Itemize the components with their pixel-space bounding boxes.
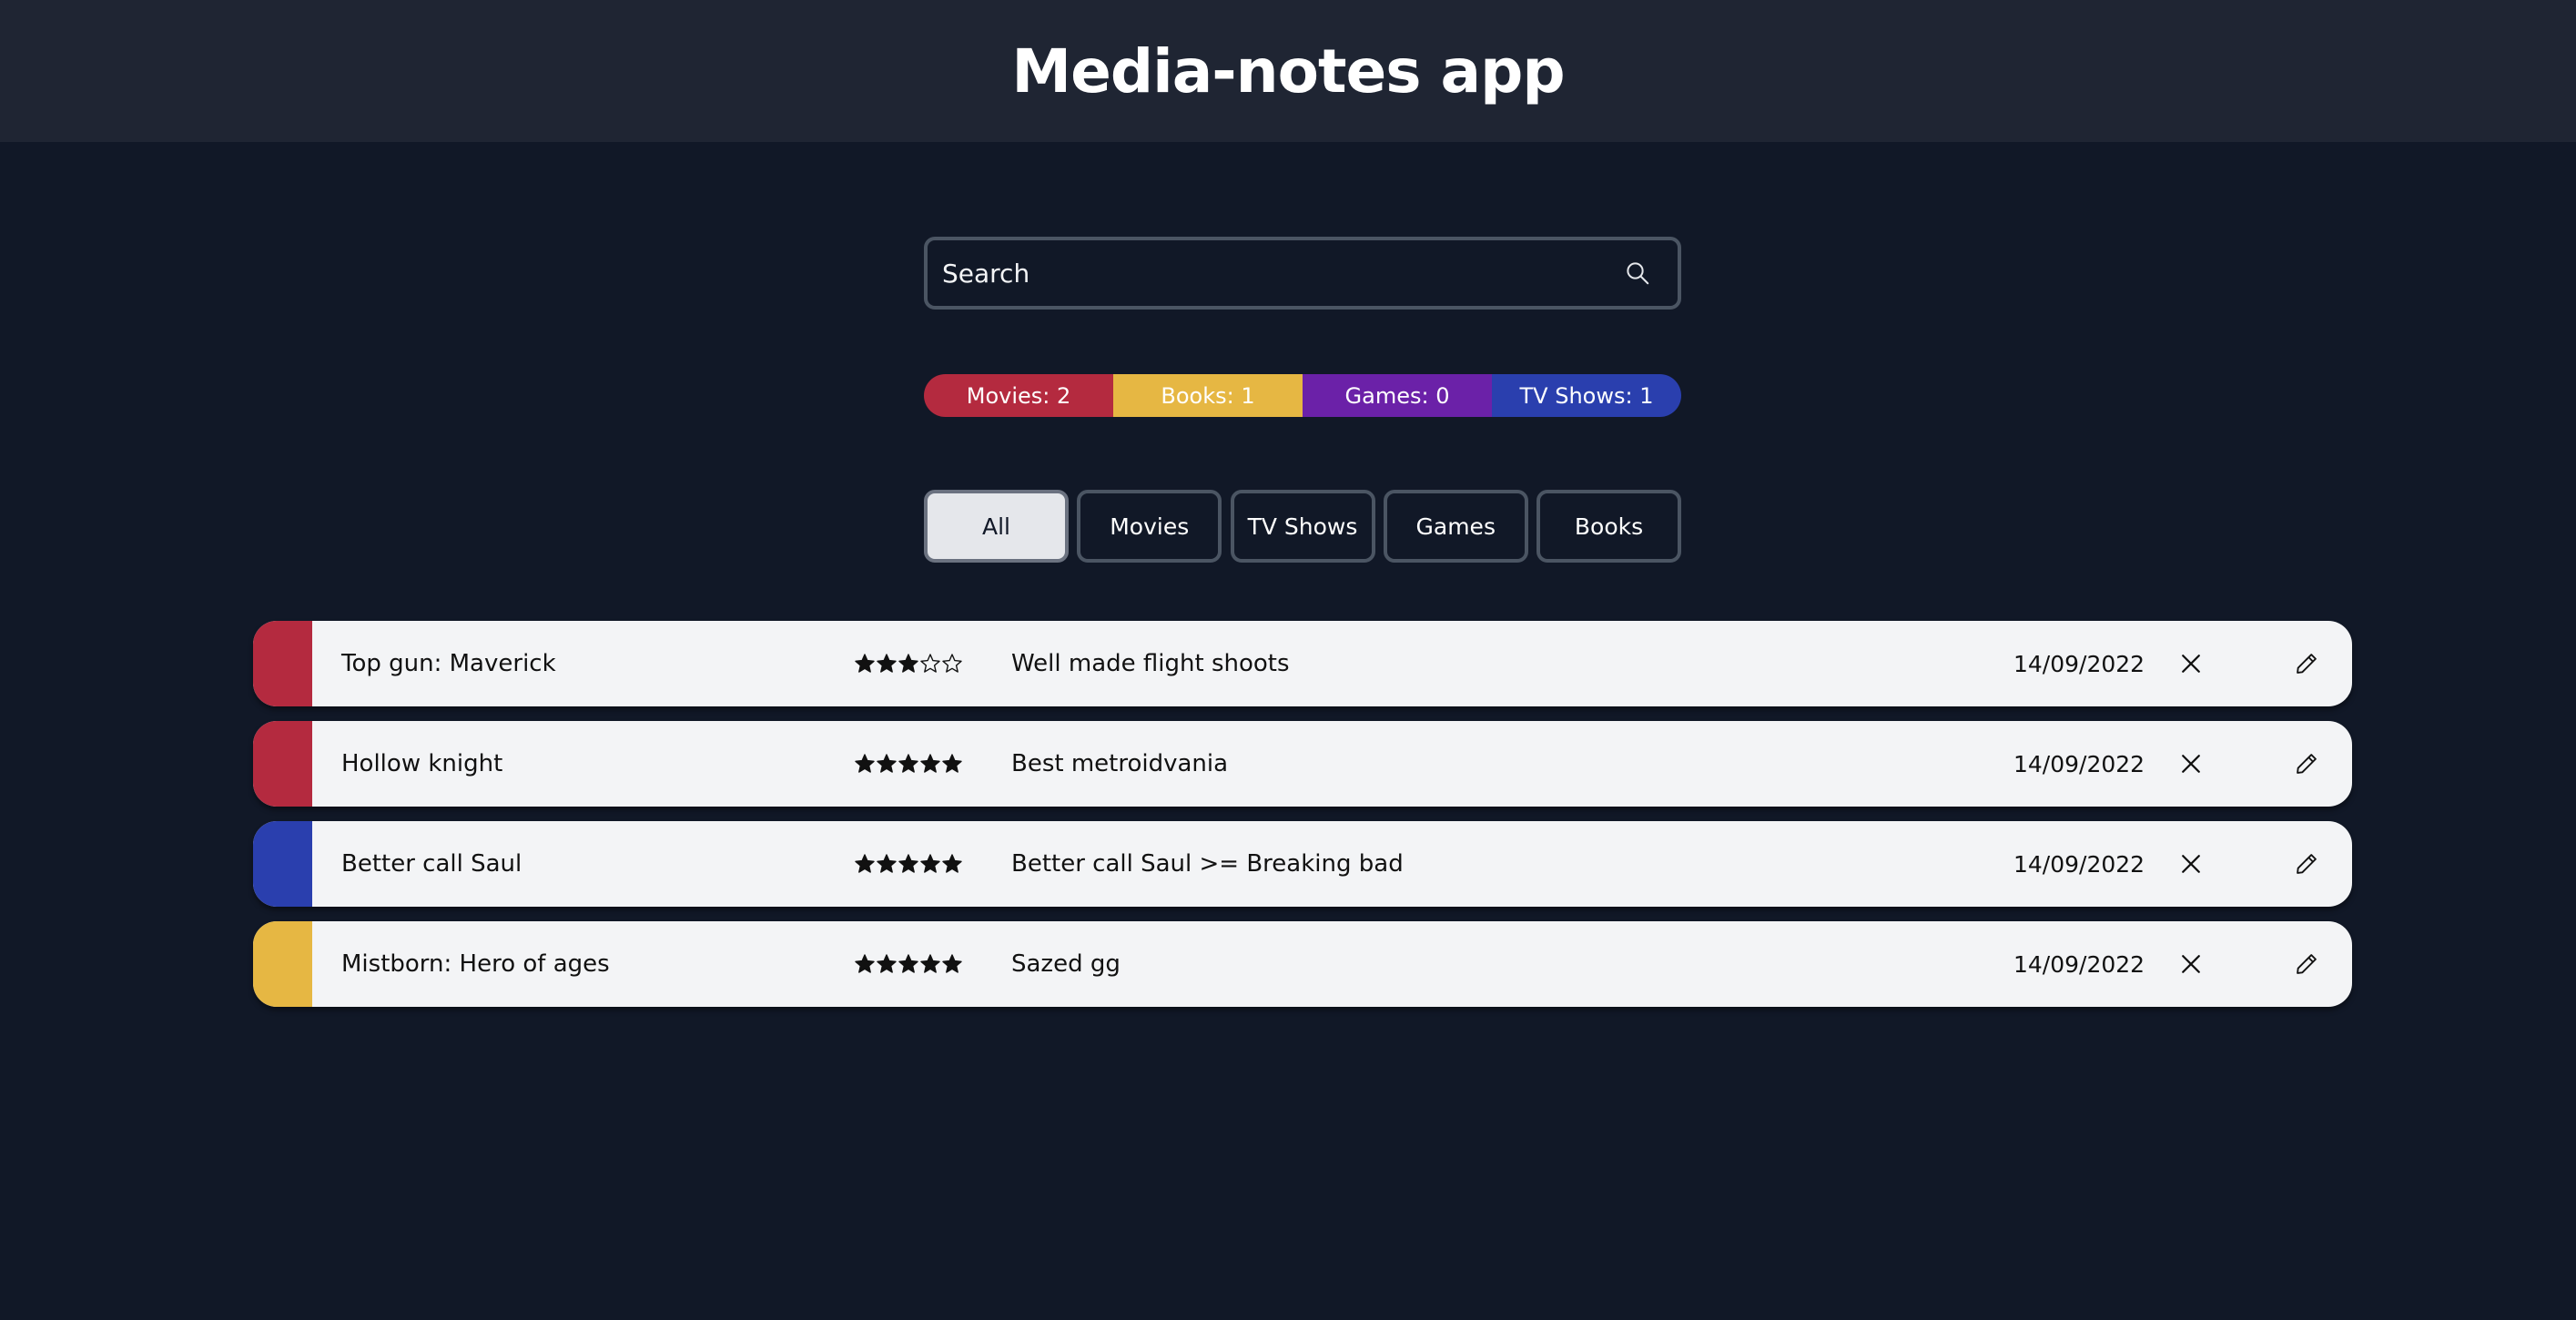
entries-list: Top gun: Maverick Well made flight shoot… bbox=[253, 621, 2352, 1021]
filter-games-button[interactable]: Games bbox=[1383, 490, 1528, 563]
star-filled-icon bbox=[877, 654, 897, 673]
count-books-label: Books: 1 bbox=[1161, 382, 1255, 409]
delete-button[interactable] bbox=[2169, 942, 2213, 986]
star-filled-icon bbox=[898, 954, 918, 973]
star-filled-icon bbox=[920, 754, 940, 773]
edit-button[interactable] bbox=[2285, 642, 2328, 685]
entry-date: 14/09/2022 bbox=[2013, 650, 2145, 677]
star-filled-icon bbox=[942, 954, 962, 973]
entry-row: Hollow knight Best metroidvania 14/09/20… bbox=[253, 721, 2352, 807]
count-movies: Movies: 2 bbox=[924, 374, 1113, 417]
star-filled-icon bbox=[942, 754, 962, 773]
category-color-strip bbox=[253, 621, 312, 706]
count-games: Games: 0 bbox=[1303, 374, 1492, 417]
count-tv-shows-label: TV Shows: 1 bbox=[1519, 382, 1654, 409]
delete-button[interactable] bbox=[2169, 842, 2213, 886]
rating-stars bbox=[854, 953, 963, 975]
entry-note: Best metroidvania bbox=[1011, 750, 1229, 777]
star-filled-icon bbox=[898, 754, 918, 773]
star-filled-icon bbox=[855, 654, 875, 673]
star-filled-icon bbox=[855, 954, 875, 973]
count-games-label: Games: 0 bbox=[1344, 382, 1450, 409]
entry-row: Top gun: Maverick Well made flight shoot… bbox=[253, 621, 2352, 706]
close-icon bbox=[2182, 655, 2200, 673]
search-box[interactable] bbox=[924, 237, 1681, 310]
entry-row: Mistborn: Hero of ages Sazed gg 14/09/20… bbox=[253, 921, 2352, 1007]
entry-date: 14/09/2022 bbox=[2013, 850, 2145, 878]
filter-movies-button[interactable]: Movies bbox=[1077, 490, 1222, 563]
edit-button[interactable] bbox=[2285, 742, 2328, 786]
entry-note: Sazed gg bbox=[1011, 950, 1121, 978]
star-filled-icon bbox=[877, 754, 897, 773]
app-header: Media-notes app bbox=[0, 0, 2576, 142]
search-input[interactable] bbox=[928, 239, 1610, 307]
close-icon bbox=[2182, 855, 2200, 873]
entry-title: Better call Saul bbox=[341, 850, 522, 878]
pencil-icon bbox=[2297, 754, 2317, 774]
entry-title: Top gun: Maverick bbox=[341, 650, 556, 677]
count-tv-shows: TV Shows: 1 bbox=[1492, 374, 1681, 417]
app-title: Media-notes app bbox=[1011, 36, 1565, 107]
star-filled-icon bbox=[942, 854, 962, 873]
edit-button[interactable] bbox=[2285, 842, 2328, 886]
entry-title: Mistborn: Hero of ages bbox=[341, 950, 610, 978]
pencil-icon bbox=[2297, 654, 2317, 674]
edit-button[interactable] bbox=[2285, 942, 2328, 986]
entry-row: Better call Saul Better call Saul >= Bre… bbox=[253, 821, 2352, 907]
star-filled-icon bbox=[877, 854, 897, 873]
entry-title: Hollow knight bbox=[341, 750, 503, 777]
pencil-icon bbox=[2297, 854, 2317, 874]
star-filled-icon bbox=[898, 654, 918, 673]
rating-stars bbox=[854, 753, 963, 775]
category-color-strip bbox=[253, 821, 312, 907]
category-counts-bar: Movies: 2 Books: 1 Games: 0 TV Shows: 1 bbox=[924, 374, 1681, 417]
rating-stars bbox=[854, 853, 963, 875]
delete-button[interactable] bbox=[2169, 742, 2213, 786]
star-outline-icon bbox=[942, 654, 962, 673]
pencil-icon bbox=[2297, 954, 2317, 974]
entry-date: 14/09/2022 bbox=[2013, 950, 2145, 978]
entry-note: Well made flight shoots bbox=[1011, 650, 1290, 677]
search-icon[interactable] bbox=[1610, 246, 1665, 300]
entry-date: 14/09/2022 bbox=[2013, 750, 2145, 777]
close-icon bbox=[2182, 755, 2200, 773]
close-icon bbox=[2182, 955, 2200, 973]
filter-all-button[interactable]: All bbox=[924, 490, 1069, 563]
category-color-strip bbox=[253, 921, 312, 1007]
rating-stars bbox=[854, 653, 963, 675]
filter-tv-shows-button[interactable]: TV Shows bbox=[1230, 490, 1375, 563]
filter-books-button[interactable]: Books bbox=[1536, 490, 1681, 563]
category-color-strip bbox=[253, 721, 312, 807]
star-filled-icon bbox=[898, 854, 918, 873]
count-movies-label: Movies: 2 bbox=[966, 382, 1071, 409]
star-filled-icon bbox=[920, 954, 940, 973]
star-outline-icon bbox=[920, 654, 940, 673]
count-books: Books: 1 bbox=[1113, 374, 1303, 417]
star-filled-icon bbox=[855, 854, 875, 873]
filter-tabs: All Movies TV Shows Games Books bbox=[924, 490, 1681, 563]
entry-note: Better call Saul >= Breaking bad bbox=[1011, 850, 1404, 878]
star-filled-icon bbox=[920, 854, 940, 873]
delete-button[interactable] bbox=[2169, 642, 2213, 685]
star-filled-icon bbox=[855, 754, 875, 773]
star-filled-icon bbox=[877, 954, 897, 973]
